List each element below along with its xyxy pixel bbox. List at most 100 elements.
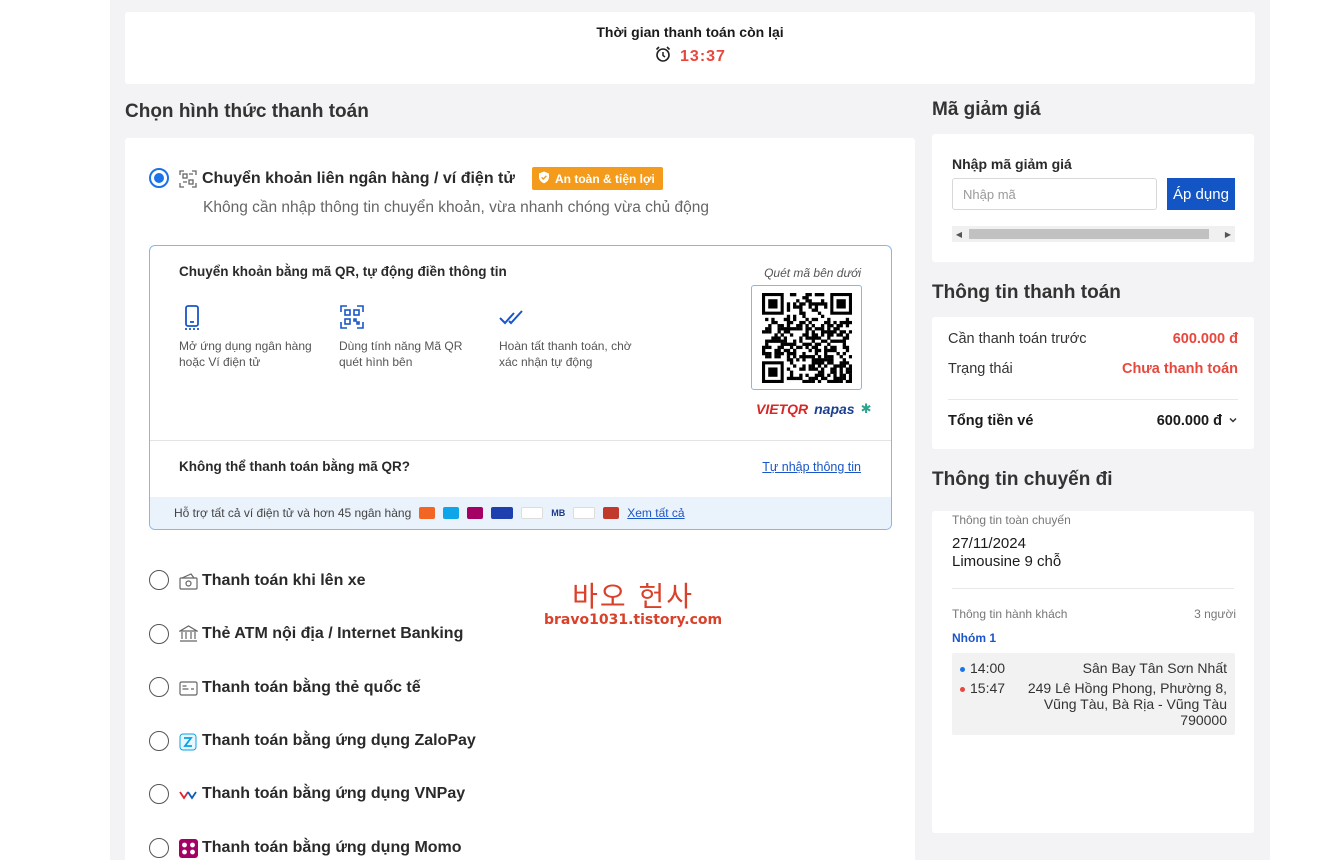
- apply-coupon-button[interactable]: Áp dụng: [1167, 178, 1235, 210]
- timer-row: 13:37: [125, 45, 1255, 68]
- status-badge: Chưa thanh toán: [1121, 361, 1238, 377]
- step-text: Mở ứng dụng ngân hàng hoặc Ví điện tử: [179, 339, 312, 369]
- route-stop-dropoff: 15:47 249 Lê Hồng Phong, Phường 8, Vũng …: [952, 680, 1227, 728]
- napas-star-icon: ✱: [860, 401, 872, 416]
- qr-heading: Chuyển khoản bằng mã QR, tự động điền th…: [179, 264, 507, 279]
- support-bar: Hỗ trợ tất cả ví điện tử và hơn 45 ngân …: [150, 497, 891, 529]
- radio-international-card[interactable]: [149, 677, 169, 697]
- badge-label: An toàn & tiện lợi: [555, 171, 655, 186]
- dropoff-dot-icon: [960, 687, 965, 692]
- coupon-section-title: Mã giảm giá: [932, 99, 1041, 120]
- qr-code-image: [761, 292, 852, 383]
- stop-time: 14:00: [970, 660, 1006, 676]
- trip-info-title: Thông tin chuyến đi: [932, 469, 1113, 490]
- scan-label: Quét mã bên dưới: [764, 266, 861, 280]
- qr-code: [751, 285, 862, 390]
- zalopay-logo-icon: [443, 507, 460, 519]
- radio-zalopay[interactable]: [149, 731, 169, 751]
- timer-countdown: 13:37: [680, 47, 726, 65]
- step-complete: Hoàn tất thanh toán, chờ xác nhận tự độn…: [499, 304, 649, 370]
- coupon-label: Nhập mã giảm giá: [952, 156, 1072, 172]
- scroll-right-icon[interactable]: ▶: [1221, 226, 1235, 242]
- step-scan-qr: Dùng tính năng Mã QR quét hình bên: [339, 304, 489, 370]
- cash-icon: [178, 571, 198, 591]
- vpbank-logo-icon: [573, 507, 596, 519]
- watermark-url: bravo1031.tistory.com: [544, 612, 723, 628]
- coupon-input[interactable]: [952, 178, 1157, 210]
- radio-momo[interactable]: [149, 838, 169, 858]
- shopeepay-logo-icon: [419, 507, 436, 519]
- payment-methods-title: Chọn hình thức thanh toán: [125, 101, 369, 122]
- momo-icon: [178, 838, 198, 858]
- route-box: 14:00 Sân Bay Tân Sơn Nhất 15:47 249 Lê …: [952, 653, 1235, 735]
- payment-info-card: Cần thanh toán trước 600.000 đ Trạng thá…: [932, 317, 1254, 449]
- payment-timer-card: Thời gian thanh toán còn lại 13:37: [125, 12, 1255, 84]
- divider: [948, 399, 1238, 400]
- mb-logo-icon: MB: [551, 508, 566, 518]
- step-open-app: Mở ứng dụng ngân hàng hoặc Ví điện tử: [179, 304, 329, 370]
- momo-logo-icon: [467, 507, 484, 519]
- option-label-zalopay[interactable]: Thanh toán bằng ứng dụng ZaloPay: [202, 732, 476, 750]
- stop-time: 15:47: [970, 680, 1006, 696]
- vnpay-icon: [178, 785, 198, 805]
- horizontal-scrollbar[interactable]: ◀ ▶: [952, 226, 1235, 242]
- bank-icon: [178, 624, 198, 644]
- info-label: Trạng thái: [948, 361, 1013, 377]
- vietcombank-logo-icon: [521, 507, 544, 519]
- option-label-vnpay[interactable]: Thanh toán bằng ứng dụng VNPay: [202, 785, 465, 803]
- total-row[interactable]: Tổng tiền vé 600.000 đ: [948, 413, 1238, 429]
- scrollbar-thumb[interactable]: [969, 229, 1209, 239]
- passenger-label: Thông tin hành khách: [952, 607, 1068, 621]
- pickup-dot-icon: [960, 667, 965, 672]
- option-label-momo[interactable]: Thanh toán bằng ứng dụng Momo: [202, 839, 462, 857]
- option-label-international-card[interactable]: Thanh toán bằng thẻ quốc tế: [202, 679, 421, 697]
- manual-entry-link[interactable]: Tự nhập thông tin: [762, 460, 861, 474]
- cant-scan-label: Không thể thanh toán bằng mã QR?: [179, 459, 410, 474]
- stop-place: 249 Lê Hồng Phong, Phường 8, Vũng Tàu, B…: [1027, 680, 1227, 728]
- zalopay-icon: [178, 732, 198, 752]
- chevron-down-icon[interactable]: [1228, 413, 1238, 429]
- info-row-status: Trạng thái Chưa thanh toán: [948, 361, 1238, 377]
- credit-card-icon: [178, 678, 198, 698]
- total-value-group: 600.000 đ: [1157, 413, 1238, 429]
- trip-vehicle: Limousine 9 chỗ: [952, 553, 1062, 570]
- passenger-count: 3 người: [1194, 607, 1236, 621]
- safety-badge: An toàn & tiện lợi: [532, 167, 663, 190]
- qr-icon: [339, 304, 365, 330]
- viettel-money-logo-icon: [491, 507, 514, 519]
- blog-watermark: 바오 헌사 bravo1031.tistory.com: [544, 580, 723, 629]
- trip-overview-label: Thông tin toàn chuyến: [952, 513, 1071, 527]
- phone-icon: [179, 304, 205, 330]
- support-text: Hỗ trợ tất cả ví điện tử và hơn 45 ngân …: [174, 506, 412, 520]
- option-label-atm-banking[interactable]: Thẻ ATM nội địa / Internet Banking: [202, 625, 463, 643]
- vietqr-logo: VIETQR: [756, 401, 809, 417]
- radio-vnpay[interactable]: [149, 784, 169, 804]
- coupon-card: Nhập mã giảm giá Áp dụng ◀ ▶: [932, 134, 1254, 262]
- qr-divider: [150, 440, 891, 441]
- radio-atm-banking[interactable]: [149, 624, 169, 644]
- option-subtitle: Không cần nhập thông tin chuyển khoản, v…: [203, 199, 709, 216]
- option-label-pay-on-board[interactable]: Thanh toán khi lên xe: [202, 572, 366, 590]
- step-text: Hoàn tất thanh toán, chờ xác nhận tự độn…: [499, 339, 632, 369]
- qr-scan-icon: [178, 169, 198, 189]
- info-row-prepay: Cần thanh toán trước 600.000 đ: [948, 331, 1238, 347]
- watermark-title: 바오 헌사: [572, 580, 695, 613]
- qr-brands: VIETQR napas ✱: [756, 401, 872, 417]
- double-check-icon: [499, 304, 525, 330]
- alarm-clock-icon: [654, 45, 672, 68]
- radio-bank-transfer[interactable]: [149, 168, 169, 188]
- group-label: Nhóm 1: [952, 631, 997, 645]
- step-text: Dùng tính năng Mã QR quét hình bên: [339, 339, 463, 369]
- shield-check-icon: [538, 171, 550, 187]
- see-all-link[interactable]: Xem tất cả: [627, 506, 684, 520]
- payment-info-title: Thông tin thanh toán: [932, 282, 1121, 303]
- napas-logo: napas: [814, 401, 855, 417]
- qr-transfer-panel: Chuyển khoản bằng mã QR, tự động điền th…: [149, 245, 892, 530]
- timer-title: Thời gian thanh toán còn lại: [596, 24, 784, 40]
- radio-pay-on-board[interactable]: [149, 570, 169, 590]
- option-label-bank-transfer[interactable]: Chuyển khoản liên ngân hàng / ví điện tử: [202, 170, 515, 188]
- info-label: Cần thanh toán trước: [948, 331, 1087, 347]
- scroll-left-icon[interactable]: ◀: [952, 226, 966, 242]
- trip-info-card: Thông tin toàn chuyến 27/11/2024 Limousi…: [932, 511, 1254, 833]
- total-label: Tổng tiền vé: [948, 413, 1034, 429]
